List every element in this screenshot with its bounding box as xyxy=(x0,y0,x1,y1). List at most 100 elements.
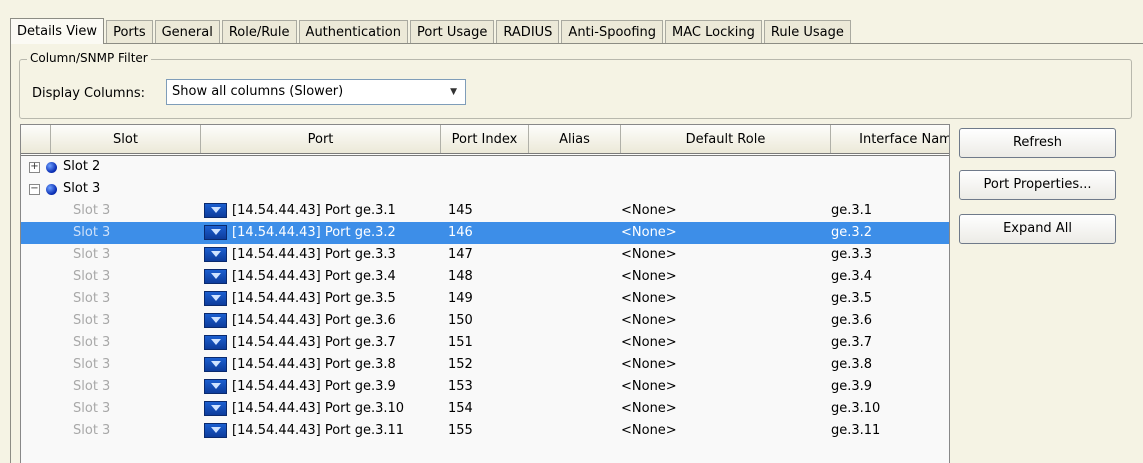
row-port-cell: [14.54.44.43] Port ge.3.9 xyxy=(201,376,441,398)
slot-group-row[interactable]: − Slot 3 xyxy=(21,178,949,200)
table-header: Slot Port Port Index Alias Default Role … xyxy=(21,125,949,156)
tab-details-view[interactable]: Details View xyxy=(10,18,105,44)
row-alias xyxy=(529,376,621,398)
column-header-port-index[interactable]: Port Index xyxy=(441,125,529,153)
row-alias xyxy=(529,332,621,354)
tab-port-usage[interactable]: Port Usage xyxy=(409,20,495,44)
row-interface-name: ge.3.10 xyxy=(831,401,881,416)
slot-group-label: Slot 3 xyxy=(63,181,101,196)
row-port: [14.54.44.43] Port ge.3.3 xyxy=(232,247,396,262)
expand-all-button[interactable]: Expand All xyxy=(959,214,1116,244)
port-properties-button[interactable]: Port Properties... xyxy=(959,170,1116,200)
tab-rule-usage[interactable]: Rule Usage xyxy=(763,20,851,44)
table-row[interactable]: Slot 3 [14.54.44.43] Port ge.3.2 146 <None>… xyxy=(21,222,949,244)
display-columns-label: Display Columns: xyxy=(32,86,145,101)
row-port-cell: [14.54.44.43] Port ge.3.6 xyxy=(201,310,441,332)
port-icon xyxy=(204,379,227,394)
panel-border xyxy=(10,43,11,463)
row-port: [14.54.44.43] Port ge.3.11 xyxy=(232,423,405,438)
slot-group-cell: + Slot 2 xyxy=(21,156,201,178)
column-header-tree[interactable] xyxy=(21,125,51,153)
row-alias xyxy=(529,354,621,376)
row-default-role: <None> xyxy=(621,269,677,284)
tab-anti-spoofing[interactable]: Anti-Spoofing xyxy=(561,20,664,44)
row-slot: Slot 3 xyxy=(73,423,111,438)
row-port-index: 150 xyxy=(448,313,473,328)
tab-general[interactable]: General xyxy=(154,20,220,44)
row-slot: Slot 3 xyxy=(73,357,111,372)
table-row[interactable]: Slot 3 [14.54.44.43] Port ge.3.8 152 <None>… xyxy=(21,354,949,376)
table-row[interactable]: Slot 3 [14.54.44.43] Port ge.3.9 153 <None>… xyxy=(21,376,949,398)
row-port-index: 148 xyxy=(448,269,473,284)
row-interface-name: ge.3.7 xyxy=(831,335,873,350)
row-slot: Slot 3 xyxy=(73,225,111,240)
row-port-cell: [14.54.44.43] Port ge.3.11 xyxy=(201,420,441,442)
row-port-cell: [14.54.44.43] Port ge.3.5 xyxy=(201,288,441,310)
table-row[interactable]: Slot 3 [14.54.44.43] Port ge.3.11 155 <None… xyxy=(21,420,949,442)
row-default-role: <None> xyxy=(621,225,677,240)
row-port-cell: [14.54.44.43] Port ge.3.10 xyxy=(201,398,441,420)
row-port-cell: [14.54.44.43] Port ge.3.7 xyxy=(201,332,441,354)
row-slot: Slot 3 xyxy=(73,269,111,284)
table-row[interactable]: Slot 3 [14.54.44.43] Port ge.3.10 154 <None… xyxy=(21,398,949,420)
row-port-index: 152 xyxy=(448,357,473,372)
row-interface-name: ge.3.6 xyxy=(831,313,873,328)
refresh-button[interactable]: Refresh xyxy=(959,128,1116,158)
tab-radius[interactable]: RADIUS xyxy=(496,20,560,44)
row-interface-name: ge.3.4 xyxy=(831,269,873,284)
row-alias xyxy=(529,310,621,332)
tab-authentication[interactable]: Authentication xyxy=(298,20,408,44)
table-row[interactable]: Slot 3 [14.54.44.43] Port ge.3.4 148 <None>… xyxy=(21,266,949,288)
slot-icon xyxy=(46,183,57,195)
expand-icon[interactable]: + xyxy=(29,161,40,173)
row-alias xyxy=(529,288,621,310)
port-icon xyxy=(204,357,227,372)
slot-group-row[interactable]: + Slot 2 xyxy=(21,156,949,178)
row-slot: Slot 3 xyxy=(73,335,111,350)
row-interface-name: ge.3.3 xyxy=(831,247,873,262)
row-default-role: <None> xyxy=(621,247,677,262)
row-alias xyxy=(529,420,621,442)
row-port-cell: [14.54.44.43] Port ge.3.8 xyxy=(201,354,441,376)
row-port-index: 155 xyxy=(448,423,473,438)
table-row[interactable]: Slot 3 [14.54.44.43] Port ge.3.5 149 <None>… xyxy=(21,288,949,310)
port-icon xyxy=(204,313,227,328)
column-header-slot[interactable]: Slot xyxy=(51,125,201,153)
row-alias xyxy=(529,398,621,420)
display-columns-value: Show all columns (Slower) xyxy=(172,84,344,99)
tab-role-rule[interactable]: Role/Rule xyxy=(221,20,297,44)
table-row[interactable]: Slot 3 [14.54.44.43] Port ge.3.1 145 <None>… xyxy=(21,200,949,222)
tab-ports[interactable]: Ports xyxy=(106,20,153,44)
row-interface-name: ge.3.2 xyxy=(831,225,873,240)
table-body: + Slot 2 − Slot 3 Slot 3 [14.54.44.43] Port g… xyxy=(21,156,949,442)
row-port: [14.54.44.43] Port ge.3.6 xyxy=(232,313,396,328)
column-header-alias[interactable]: Alias xyxy=(529,125,621,153)
collapse-icon[interactable]: − xyxy=(29,183,40,195)
port-icon xyxy=(204,401,227,416)
row-port: [14.54.44.43] Port ge.3.7 xyxy=(232,335,396,350)
row-slot: Slot 3 xyxy=(73,401,111,416)
row-port-index: 151 xyxy=(448,335,473,350)
row-port: [14.54.44.43] Port ge.3.1 xyxy=(232,203,396,218)
row-alias xyxy=(529,200,621,222)
row-default-role: <None> xyxy=(621,335,677,350)
row-default-role: <None> xyxy=(621,379,677,394)
slot-group-cell: − Slot 3 xyxy=(21,178,201,200)
row-interface-name: ge.3.1 xyxy=(831,203,873,218)
row-alias xyxy=(529,222,621,244)
row-port: [14.54.44.43] Port ge.3.9 xyxy=(232,379,396,394)
port-icon xyxy=(204,269,227,284)
port-icon xyxy=(204,423,227,438)
column-header-interface-name[interactable]: Interface Nam xyxy=(831,125,949,153)
display-columns-select[interactable]: Show all columns (Slower) ▼ xyxy=(166,79,466,105)
table-row[interactable]: Slot 3 [14.54.44.43] Port ge.3.6 150 <None>… xyxy=(21,310,949,332)
tab-mac-locking[interactable]: MAC Locking xyxy=(665,20,762,44)
table-row[interactable]: Slot 3 [14.54.44.43] Port ge.3.3 147 <None>… xyxy=(21,244,949,266)
row-slot: Slot 3 xyxy=(73,203,111,218)
row-default-role: <None> xyxy=(621,291,677,306)
table-row[interactable]: Slot 3 [14.54.44.43] Port ge.3.7 151 <None>… xyxy=(21,332,949,354)
column-header-port[interactable]: Port xyxy=(201,125,441,153)
port-icon xyxy=(204,203,227,218)
column-header-default-role[interactable]: Default Role xyxy=(621,125,831,153)
row-alias xyxy=(529,266,621,288)
